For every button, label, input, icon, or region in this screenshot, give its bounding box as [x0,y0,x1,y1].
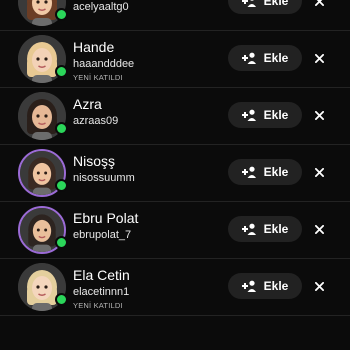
add-button-label: Ekle [263,165,289,179]
close-icon [314,281,324,291]
add-friend-button[interactable]: Ekle [228,0,302,14]
add-friend-icon [241,166,256,178]
add-button-label: Ekle [263,222,289,236]
avatar-container[interactable] [18,0,68,26]
dismiss-button[interactable] [311,0,327,10]
add-friend-icon [241,223,256,235]
new-joined-badge: YENİ KATILDI [73,301,123,310]
username: nisossuumm [73,172,135,184]
online-status-dot [55,236,68,249]
username: elacetinnn1 [73,286,130,298]
close-icon [314,0,324,6]
display-name[interactable]: Ela Cetin [73,267,130,283]
avatar-container[interactable] [18,35,68,83]
dismiss-button[interactable] [311,106,327,124]
add-friend-icon [241,0,256,7]
online-status-dot [55,293,68,306]
avatar-container[interactable] [18,149,68,197]
close-icon [314,167,324,177]
add-friend-icon [241,280,256,292]
display-name[interactable]: Azra [73,96,102,112]
suggestion-row[interactable]: Hande haaandddee YENİ KATILDI Ekle [0,31,350,88]
add-friend-button[interactable]: Ekle [228,102,302,128]
suggestion-row[interactable]: Ebru Polat ebrupolat_7 Ekle [0,202,350,259]
dismiss-button[interactable] [311,163,327,181]
add-friend-button[interactable]: Ekle [228,45,302,71]
dismiss-button[interactable] [311,220,327,238]
username: azraas09 [73,115,119,127]
username: ebrupolat_7 [73,229,132,241]
close-icon [314,224,324,234]
add-friend-icon [241,52,256,64]
add-button-label: Ekle [263,51,289,65]
add-friend-button[interactable]: Ekle [228,273,302,299]
dismiss-button[interactable] [311,49,327,67]
add-friend-button[interactable]: Ekle [228,159,302,185]
online-status-dot [55,8,68,21]
add-button-label: Ekle [263,0,289,8]
suggestion-row[interactable]: Azra azraas09 Ekle [0,88,350,145]
display-name[interactable]: Hande [73,39,114,55]
add-button-label: Ekle [263,279,289,293]
username: acelyaaltg0 [73,1,129,13]
avatar-container[interactable] [18,206,68,254]
close-icon [314,110,324,120]
add-button-label: Ekle [263,108,289,122]
suggestion-row[interactable]: Ela Cetin elacetinnn1 YENİ KATILDI Ekle [0,259,350,316]
suggestion-row[interactable]: açeacelyaaltg0Ekle [0,0,350,31]
friend-suggestion-list: açeacelyaaltg0EkleHandehaaandddeeYENİ KA… [0,0,350,316]
suggestion-row[interactable]: Nisoşş nisossuumm Ekle [0,145,350,202]
close-icon [314,53,324,63]
avatar-container[interactable] [18,92,68,140]
add-friend-button[interactable]: Ekle [228,216,302,242]
dismiss-button[interactable] [311,277,327,295]
display-name[interactable]: Nisoşş [73,153,115,169]
username: haaandddee [73,58,135,70]
new-joined-badge: YENİ KATILDI [73,73,123,82]
display-name[interactable]: Ebru Polat [73,210,138,226]
online-status-dot [55,122,68,135]
online-status-dot [55,179,68,192]
avatar-container[interactable] [18,263,68,311]
online-status-dot [55,65,68,78]
add-friend-icon [241,109,256,121]
